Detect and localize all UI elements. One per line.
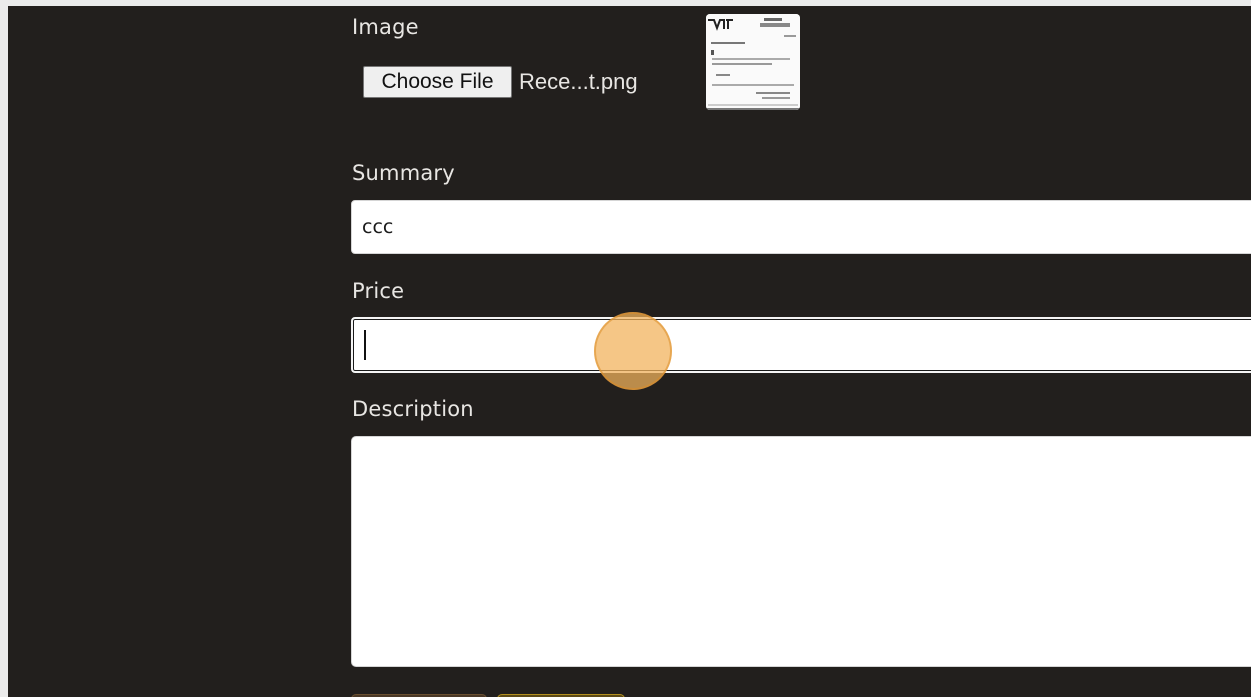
image-preview-thumbnail (706, 14, 800, 110)
text-cursor (364, 330, 366, 360)
summary-input[interactable] (351, 200, 1251, 254)
choose-file-button[interactable]: Choose File (363, 66, 512, 98)
description-textarea[interactable] (351, 436, 1251, 667)
summary-label: Summary (352, 161, 455, 185)
selected-file-name: Rece...t.png (519, 69, 638, 94)
image-label: Image (352, 15, 419, 39)
receipt-thumbnail-icon (706, 14, 800, 110)
price-label: Price (352, 279, 405, 303)
description-label: Description (352, 397, 474, 421)
price-input[interactable] (351, 317, 1251, 373)
form-page: Image Choose File Rece...t.png Summary P… (8, 6, 1251, 697)
